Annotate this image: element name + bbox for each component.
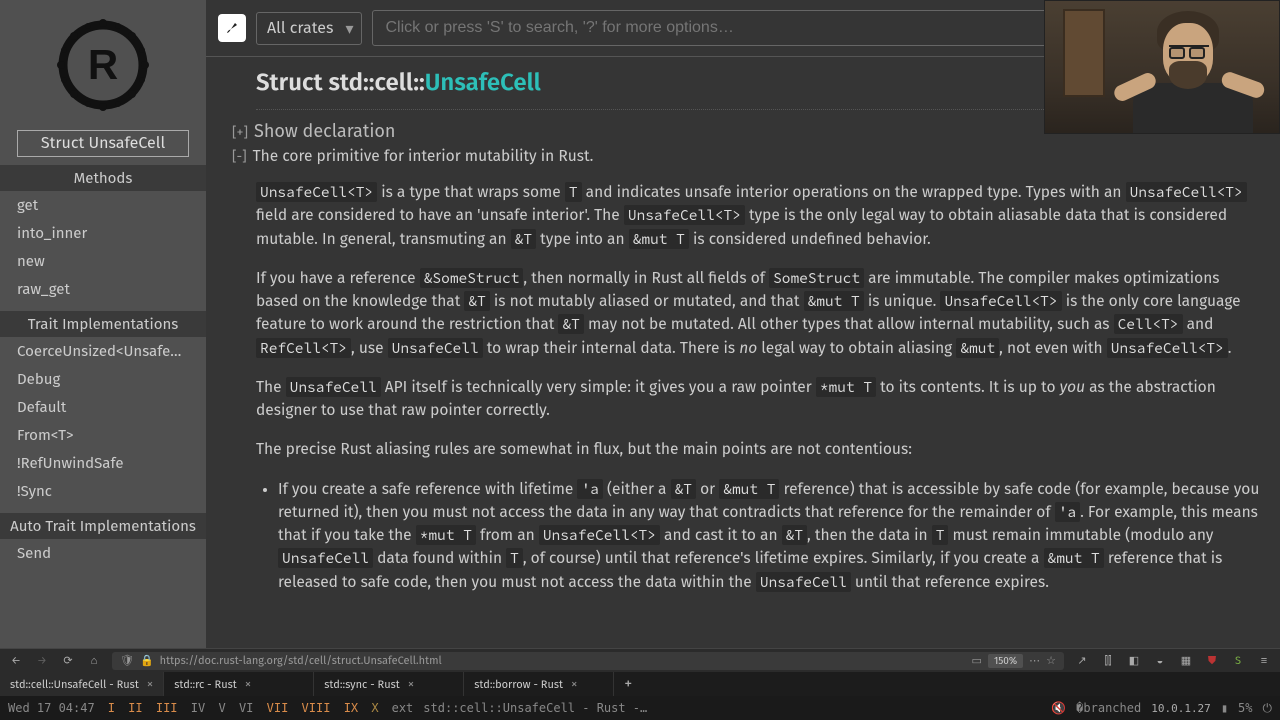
status-bar: Wed 17 04:47 I II III IV V VI VII VIII I…	[0, 696, 1280, 720]
svg-text:R: R	[88, 41, 118, 88]
sidebar-section-traits: Trait Implementations	[0, 311, 206, 337]
doc-paragraph: UnsafeCell<T> is a type that wraps some …	[256, 182, 1260, 252]
close-icon[interactable]: ×	[408, 677, 415, 692]
list-item: If you create a safe reference with life…	[278, 479, 1260, 595]
tab-strip: std::cell::UnsafeCell - Rust× std::rc - …	[0, 672, 1280, 696]
workspace-9[interactable]: IX	[341, 701, 361, 715]
browser-tab[interactable]: std::sync - Rust×	[314, 672, 464, 696]
webcam-overlay	[1044, 0, 1280, 134]
sidebar-method-link[interactable]: new	[0, 247, 206, 275]
url-bar[interactable]: 🛡 🔒 https://doc.rust-lang.org/std/cell/s…	[112, 652, 1064, 670]
sidebar-icon[interactable]: ◧	[1126, 653, 1142, 669]
grid-icon[interactable]: ▦	[1178, 653, 1194, 669]
new-tab-button[interactable]: +	[614, 675, 642, 694]
type-name[interactable]: UnsafeCell	[425, 69, 541, 97]
sidebar-section-methods: Methods	[0, 165, 206, 191]
workspace-5[interactable]: V	[215, 701, 228, 715]
sidebar-auto-link[interactable]: Send	[0, 539, 206, 567]
close-icon[interactable]: ×	[571, 677, 578, 692]
reload-button[interactable]: ⟳	[60, 653, 76, 669]
theme-toggle-button[interactable]	[218, 14, 246, 42]
workspace-10[interactable]: X	[368, 701, 381, 715]
workspace-2[interactable]: II	[125, 701, 145, 715]
library-icon[interactable]: ⫿⫿	[1100, 653, 1116, 669]
pocket-icon[interactable]: ◒	[1152, 653, 1168, 669]
sidebar-trait-link[interactable]: Default	[0, 393, 206, 421]
brush-icon	[224, 20, 240, 36]
hamburger-icon[interactable]: ≡	[1256, 653, 1272, 669]
doc-summary: [-]The core primitive for interior mutab…	[256, 148, 1260, 166]
sidebar-trait-link[interactable]: Debug	[0, 365, 206, 393]
doc-paragraph: If you have a reference &SomeStruct, the…	[256, 268, 1260, 361]
workspace-3[interactable]: III	[153, 701, 181, 715]
reader-icon[interactable]: ▭	[972, 654, 982, 667]
status-layout: ext	[392, 701, 414, 715]
sidebar-section-auto: Auto Trait Implementations	[0, 513, 206, 539]
crate-select[interactable]: All crates	[256, 12, 362, 45]
sidebar-struct-badge[interactable]: Struct UnsafeCell	[17, 130, 189, 157]
collapse-icon[interactable]: [-]	[232, 148, 247, 165]
doc-paragraph: The precise Rust aliasing rules are some…	[256, 439, 1260, 462]
sidebar-method-link[interactable]: get	[0, 191, 206, 219]
network-icon: �branched	[1076, 701, 1141, 715]
menu-dots-icon[interactable]: ⋯	[1029, 654, 1040, 667]
sidebar-trait-link[interactable]: CoerceUnsized<UnsafeCell…	[0, 337, 206, 365]
rust-logo-icon[interactable]: R	[53, 15, 153, 115]
sidebar-trait-link[interactable]: !Sync	[0, 477, 206, 505]
signal-icon: ▮	[1221, 701, 1228, 715]
workspace-6[interactable]: VI	[236, 701, 256, 715]
volume-icon[interactable]: 🔇	[1051, 701, 1066, 715]
sidebar-method-link[interactable]: raw_get	[0, 275, 206, 303]
zoom-level[interactable]: 150%	[988, 654, 1023, 668]
ublock-icon[interactable]: ⛊	[1204, 653, 1220, 669]
back-button[interactable]: ←	[8, 653, 24, 669]
sidebar: R Struct UnsafeCell Methods get into_inn…	[0, 0, 206, 648]
status-window-title: std::cell::UnsafeCell - Rust -…	[423, 701, 1041, 715]
browser-tab[interactable]: std::borrow - Rust×	[464, 672, 614, 696]
status-ip: 10.0.1.27	[1151, 702, 1211, 715]
doc-list: If you create a safe reference with life…	[256, 479, 1260, 595]
close-icon[interactable]: ×	[245, 677, 252, 692]
status-pct: 5%	[1238, 701, 1252, 715]
workspace-8[interactable]: VIII	[299, 701, 334, 715]
browser-tab[interactable]: std::rc - Rust×	[164, 672, 314, 696]
home-button[interactable]: ⌂	[86, 653, 102, 669]
shield-icon: 🛡	[120, 654, 134, 667]
lock-icon: 🔒	[140, 654, 154, 667]
workspace-4[interactable]: IV	[188, 701, 208, 715]
browser-tab[interactable]: std::cell::UnsafeCell - Rust×	[0, 672, 164, 696]
extension-icon[interactable]: ↗	[1074, 653, 1090, 669]
star-icon[interactable]: ☆	[1046, 654, 1056, 667]
doc-paragraph: The UnsafeCell API itself is technically…	[256, 377, 1260, 424]
expand-icon[interactable]: [+]	[232, 124, 248, 141]
status-date: Wed 17 04:47	[8, 701, 95, 715]
browser-toolbar: ← → ⟳ ⌂ 🛡 🔒 https://doc.rust-lang.org/st…	[0, 648, 1280, 672]
power-icon[interactable]: ⏻	[1263, 701, 1273, 716]
workspace-1[interactable]: I	[105, 701, 118, 715]
sidebar-trait-link[interactable]: From<T>	[0, 421, 206, 449]
close-icon[interactable]: ×	[147, 677, 154, 692]
extension-s-icon[interactable]: S	[1230, 653, 1246, 669]
sidebar-trait-link[interactable]: !RefUnwindSafe	[0, 449, 206, 477]
url-text: https://doc.rust-lang.org/std/cell/struc…	[160, 654, 966, 667]
forward-button[interactable]: →	[34, 653, 50, 669]
sidebar-method-link[interactable]: into_inner	[0, 219, 206, 247]
workspace-7[interactable]: VII	[264, 701, 292, 715]
